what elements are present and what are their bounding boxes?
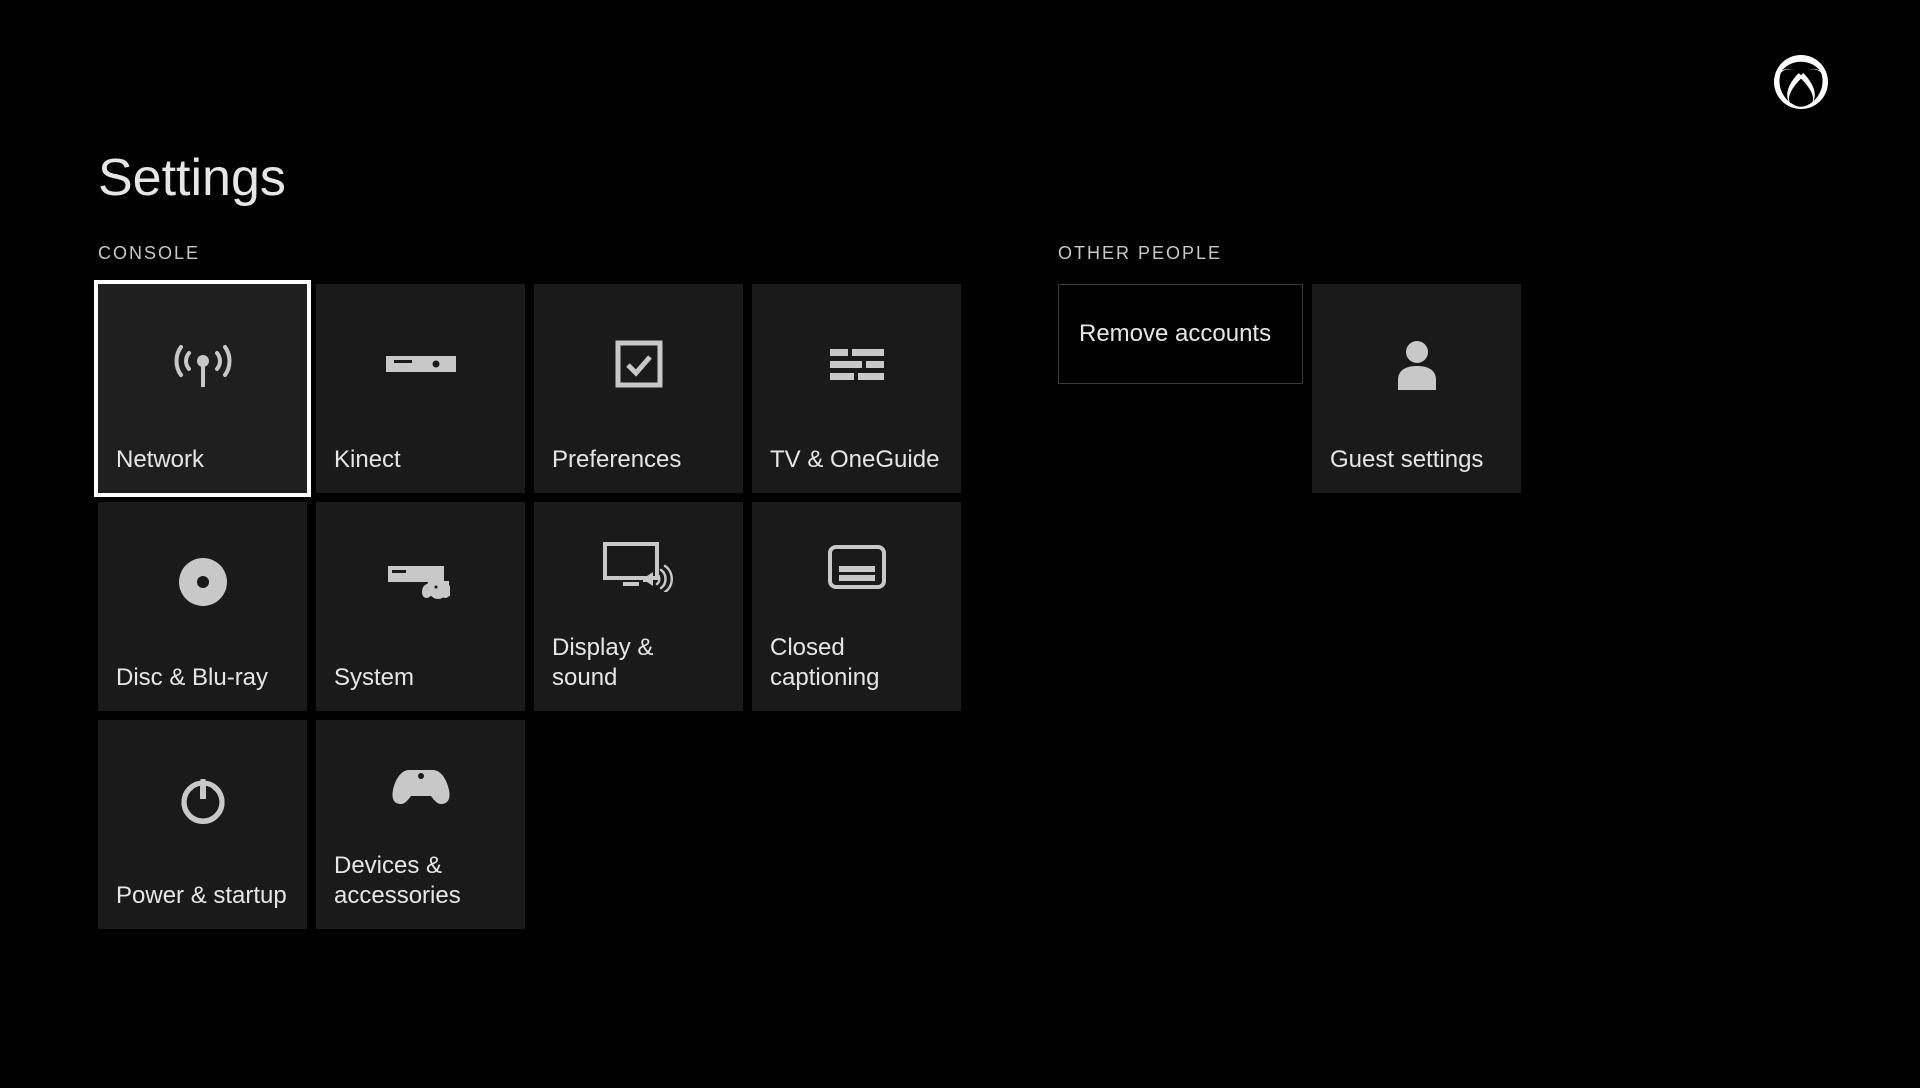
controller-icon [334, 738, 507, 851]
tile-label: Network [116, 445, 289, 475]
tile-label: Remove accounts [1079, 320, 1271, 348]
tile-label: Guest settings [1330, 445, 1503, 475]
tile-label: Disc & Blu-ray [116, 663, 289, 693]
other-people-tiles: Remove accounts Guest settings [1058, 284, 1521, 493]
system-icon [334, 520, 507, 663]
tile-label: Kinect [334, 445, 507, 475]
page-title: Settings [98, 148, 286, 208]
console-section: CONSOLE Network [98, 243, 961, 929]
console-tiles-grid: Network Kinect Preferences [98, 284, 961, 929]
tile-kinect[interactable]: Kinect [316, 284, 525, 493]
tile-guest-settings[interactable]: Guest settings [1312, 284, 1521, 493]
tile-preferences[interactable]: Preferences [534, 284, 743, 493]
tile-label: TV & OneGuide [770, 445, 943, 475]
tile-label: Preferences [552, 445, 725, 475]
tile-label: Display & sound [552, 633, 725, 693]
tile-devices-accessories[interactable]: Devices & accessories [316, 720, 525, 929]
kinect-icon [334, 302, 507, 445]
xbox-logo-icon [1774, 55, 1828, 114]
network-icon [116, 302, 289, 445]
guest-icon [1330, 302, 1503, 445]
tile-power-startup[interactable]: Power & startup [98, 720, 307, 929]
display-sound-icon [552, 520, 725, 633]
tile-tv-oneguide[interactable]: TV & OneGuide [752, 284, 961, 493]
console-section-label: CONSOLE [98, 243, 961, 264]
preferences-icon [552, 302, 725, 445]
tile-label: Power & startup [116, 881, 289, 911]
tile-network[interactable]: Network [98, 284, 307, 493]
tile-closed-captioning[interactable]: Closed captioning [752, 502, 961, 711]
disc-icon [116, 520, 289, 663]
closed-captioning-icon [770, 520, 943, 633]
tile-remove-accounts[interactable]: Remove accounts [1058, 284, 1303, 384]
tile-label: System [334, 663, 507, 693]
tile-label: Closed captioning [770, 633, 943, 693]
tv-oneguide-icon [770, 302, 943, 445]
tile-system[interactable]: System [316, 502, 525, 711]
power-icon [116, 738, 289, 881]
other-people-section-label: OTHER PEOPLE [1058, 243, 1521, 264]
tile-display-sound[interactable]: Display & sound [534, 502, 743, 711]
other-people-section: OTHER PEOPLE Remove accounts Guest setti… [1058, 243, 1521, 493]
tile-label: Devices & accessories [334, 851, 507, 911]
tile-disc-bluray[interactable]: Disc & Blu-ray [98, 502, 307, 711]
